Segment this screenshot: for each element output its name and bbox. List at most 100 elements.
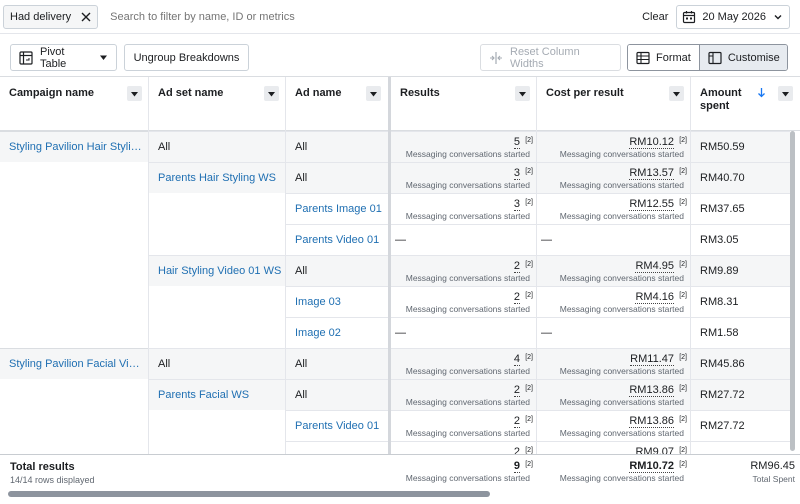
results-cell: —: [391, 224, 536, 255]
table-row[interactable]: Parents Image 01 3 [2] Messaging conversati…: [0, 193, 790, 224]
caret-down-icon[interactable]: [264, 86, 279, 101]
footnote: [2]: [679, 447, 687, 454]
format-button[interactable]: Format: [628, 45, 700, 70]
ad-set-name-cell[interactable]: Parents Facial WS: [149, 379, 285, 410]
cost-per-result-value[interactable]: RM13.86: [629, 415, 674, 428]
footnote: [2]: [679, 137, 687, 144]
column-header-campaign[interactable]: Campaign name: [0, 77, 149, 130]
pivot-table-label: Pivot Table: [40, 45, 67, 70]
result-type-label: Messaging conversations started: [559, 273, 684, 283]
table-row[interactable]: Parents Hair Styling WS All 3 [2] Messaging …: [0, 162, 790, 193]
cost-per-result-value[interactable]: RM11.47: [630, 353, 674, 366]
sort-descending-icon[interactable]: [757, 87, 766, 98]
cost-per-result-value[interactable]: RM13.86: [629, 384, 674, 397]
table-row[interactable]: Image 03 2 [2] Messaging conversations star…: [0, 286, 790, 317]
ad-set-name-cell[interactable]: Hair Styling Video 01 WS: [149, 255, 285, 286]
vertical-scrollbar[interactable]: [790, 131, 795, 451]
cost-per-result-cell: RM13.86 [2] Messaging conversations starte…: [537, 410, 690, 441]
ad-name-cell[interactable]: All: [286, 162, 388, 193]
results-value[interactable]: 3: [513, 167, 520, 180]
filter-chip[interactable]: Had delivery: [3, 4, 99, 29]
table-row[interactable]: Styling Pavilion Facial Vi… All All 4 [2] Mes…: [0, 348, 790, 379]
ad-set-name-cell[interactable]: All: [149, 131, 285, 162]
column-header-amount-spent[interactable]: Amount spent: [691, 77, 795, 130]
column-header-label: Amount spent: [700, 87, 742, 112]
clear-button[interactable]: Clear: [642, 11, 668, 23]
campaign-name[interactable]: Styling Pavilion Hair Styli…: [9, 141, 142, 153]
column-header-cost-per-result[interactable]: Cost per result: [537, 77, 691, 130]
amount-spent-value: RM27.72: [700, 420, 745, 432]
table-row[interactable]: Hair Styling Video 01 WS All 2 [2] Messaging…: [0, 255, 790, 286]
table-row[interactable]: Parents Facial WS All 2 [2] Messaging conver…: [0, 379, 790, 410]
footnote: [2]: [679, 292, 687, 299]
result-type-label: Messaging conversations started: [405, 473, 530, 483]
result-type-label: Messaging conversations started: [405, 149, 530, 159]
format-label: Format: [656, 51, 691, 64]
pivot-icon: [19, 50, 33, 65]
ad-name-cell[interactable]: Image 03: [286, 286, 388, 317]
date-range-picker[interactable]: 20 May 2026: [676, 4, 790, 29]
cost-per-result-value[interactable]: RM4.95: [635, 260, 674, 273]
ad-set-name: Parents Hair Styling WS: [158, 172, 276, 184]
footnote: [2]: [525, 137, 533, 144]
ad-set-name-cell: [149, 224, 285, 255]
cost-per-result-value[interactable]: RM12.55: [629, 198, 674, 211]
customise-button[interactable]: Customise: [699, 45, 787, 70]
results-empty: —: [395, 234, 406, 246]
results-value[interactable]: 5: [513, 136, 520, 149]
campaign-name[interactable]: Styling Pavilion Facial Vi…: [9, 358, 140, 370]
result-type-label: Messaging conversations started: [405, 211, 530, 221]
ad-name-cell[interactable]: All: [286, 255, 388, 286]
pivot-table-button[interactable]: Pivot Table: [10, 44, 117, 71]
total-results-value[interactable]: 9: [513, 460, 520, 473]
close-icon[interactable]: [81, 12, 91, 22]
table-row[interactable]: Parents Video 01 2 [2] Messaging conversati…: [0, 410, 790, 441]
ad-name-cell[interactable]: All: [286, 379, 388, 410]
cost-per-result-value[interactable]: RM4.16: [635, 291, 674, 304]
reset-column-widths-button[interactable]: Reset Column Widths: [480, 44, 621, 71]
results-cell: 5 [2] Messaging conversations started: [391, 131, 536, 162]
results-value[interactable]: 2: [513, 260, 520, 273]
ad-name-cell[interactable]: Image 02: [286, 317, 388, 348]
frozen-column-divider[interactable]: [388, 77, 391, 504]
search-input[interactable]: [110, 10, 643, 23]
column-header-ad[interactable]: Ad name: [286, 77, 388, 130]
result-type-label: Messaging conversations started: [559, 211, 684, 221]
cost-per-result-value[interactable]: RM10.12: [629, 136, 674, 149]
caret-down-icon[interactable]: [778, 86, 793, 101]
total-cost-per-result-value[interactable]: RM10.72: [629, 460, 674, 473]
ad-set-name-cell[interactable]: All: [149, 348, 285, 379]
ad-set-name-cell[interactable]: Parents Hair Styling WS: [149, 162, 285, 193]
campaign-name-cell[interactable]: Styling Pavilion Hair Styli…: [0, 131, 148, 162]
rows-displayed-count: 14/14 rows displayed: [10, 475, 95, 485]
campaign-name-cell[interactable]: Styling Pavilion Facial Vi…: [0, 348, 148, 379]
caret-down-icon[interactable]: [669, 86, 684, 101]
filter-chip-label: Had delivery: [10, 10, 72, 23]
ad-name-cell[interactable]: Parents Video 01: [286, 410, 388, 441]
ad-name-cell[interactable]: All: [286, 131, 388, 162]
results-value[interactable]: 2: [513, 415, 520, 428]
table-row[interactable]: Parents Video 01 — — RM3.05: [0, 224, 790, 255]
results-cell: 2 [2] Messaging conversations started: [391, 379, 536, 410]
ad-name-cell[interactable]: Parents Video 01: [286, 224, 388, 255]
column-header-results[interactable]: Results: [391, 77, 537, 130]
campaign-name-cell: [0, 255, 148, 286]
ungroup-breakdowns-button[interactable]: Ungroup Breakdowns: [124, 44, 249, 71]
table-row[interactable]: Styling Pavilion Hair Styli… All All 5 [2] Me…: [0, 131, 790, 162]
footnote: [2]: [525, 292, 533, 299]
caret-down-icon[interactable]: [515, 86, 530, 101]
cost-per-result-value[interactable]: RM13.57: [629, 167, 674, 180]
results-value[interactable]: 2: [513, 384, 520, 397]
table-row[interactable]: Image 02 — — RM1.58: [0, 317, 790, 348]
results-value[interactable]: 4: [513, 353, 520, 366]
ad-name-cell[interactable]: Parents Image 01: [286, 193, 388, 224]
caret-down-icon[interactable]: [127, 86, 142, 101]
results-value[interactable]: 2: [513, 291, 520, 304]
table-icon: [636, 51, 650, 65]
results-cell: 4 [2] Messaging conversations started: [391, 348, 536, 379]
ad-name-cell[interactable]: All: [286, 348, 388, 379]
results-value[interactable]: 3: [513, 198, 520, 211]
caret-down-icon[interactable]: [366, 86, 381, 101]
horizontal-scrollbar[interactable]: [8, 491, 490, 497]
column-header-adset[interactable]: Ad set name: [149, 77, 286, 130]
